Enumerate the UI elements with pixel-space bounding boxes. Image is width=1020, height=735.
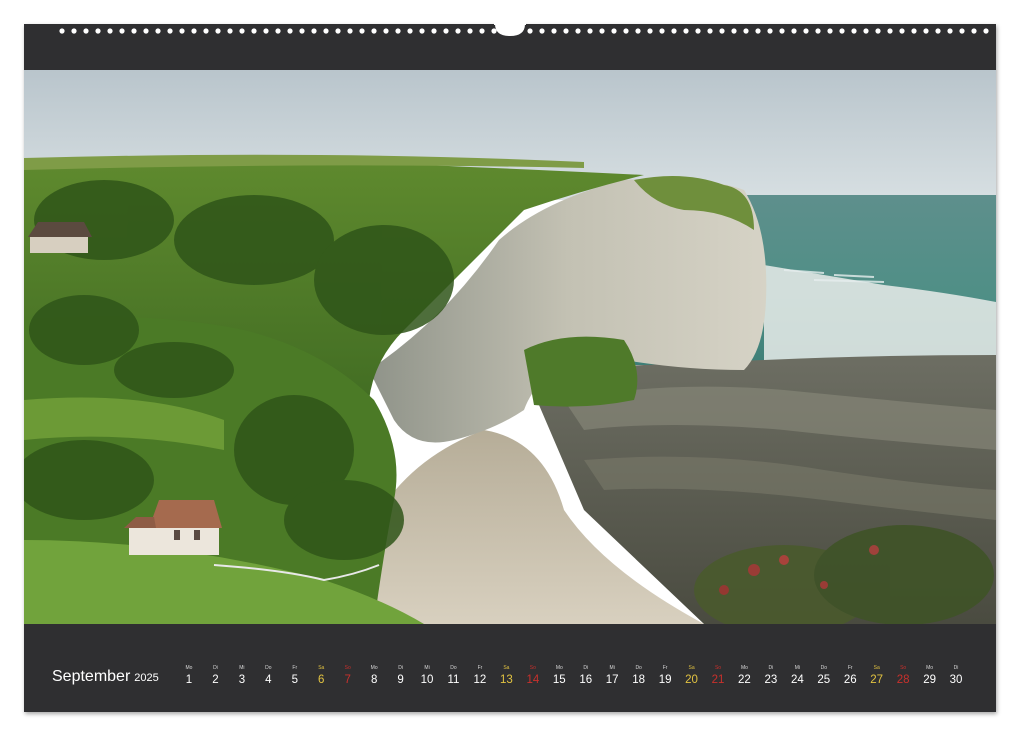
weekday-abbrev: Fr	[662, 665, 668, 671]
day-10: Mi 10	[414, 665, 440, 688]
day-number: 11	[447, 674, 460, 686]
day-25: Do 25	[811, 665, 837, 688]
day-number: 13	[499, 674, 513, 686]
day-number: 16	[579, 674, 593, 686]
weekday-abbrev: Di	[583, 665, 589, 671]
weekday-abbrev: Mo	[555, 665, 563, 671]
weekday-abbrev: Di	[398, 665, 403, 671]
day-24: Mi 24	[784, 665, 810, 688]
day-19: Fr 19	[652, 665, 678, 688]
month-name: September	[52, 668, 131, 685]
weekday-abbrev: Sa	[503, 665, 510, 671]
day-21: So 21	[705, 665, 731, 688]
day-number: 21	[711, 674, 725, 686]
day-3: Mi 3	[229, 665, 255, 688]
weekday-abbrev: So	[714, 665, 722, 671]
day-number: 15	[552, 674, 566, 686]
day-14: So 14	[520, 665, 546, 688]
day-number: 2	[212, 674, 219, 686]
year-label: 2025	[134, 672, 159, 684]
day-number: 1	[185, 674, 193, 686]
day-number: 12	[473, 674, 487, 686]
month-label: September 2025	[52, 668, 159, 686]
day-number: 24	[790, 674, 804, 686]
weekday-abbrev: Mo	[740, 665, 748, 671]
landscape-photo	[24, 70, 996, 624]
weekday-abbrev: Fr	[477, 665, 483, 671]
day-26: Fr 26	[837, 665, 863, 688]
weekday-abbrev: Sa	[318, 665, 325, 671]
weekday-abbrev: Mo	[185, 665, 193, 671]
day-6: Sa 6	[308, 665, 334, 688]
day-number: 28	[896, 674, 910, 686]
day-13: Sa 13	[493, 665, 519, 688]
weekday-abbrev: Fr	[292, 665, 298, 671]
day-7: So 7	[335, 665, 361, 688]
day-23: Di 23	[758, 665, 784, 688]
hanger-hole	[494, 12, 526, 36]
day-2: Di 2	[202, 665, 228, 688]
weekday-abbrev: Fr	[847, 665, 853, 671]
day-5: Fr 5	[282, 665, 308, 688]
day-number: 5	[291, 674, 298, 686]
weekday-abbrev: Do	[450, 665, 457, 671]
weekday-abbrev: Do	[265, 665, 272, 671]
calendar-bottom-band: September 2025 Mo 1 Di 2 Mi 3 Do 4 Fr 5 Sa 6 So 7 Mo 8 Di…	[24, 624, 996, 712]
weekday-abbrev: Mo	[370, 665, 378, 671]
day-20: Sa 20	[679, 665, 705, 688]
weekday-abbrev: Do	[820, 665, 827, 671]
day-1: Mo 1	[176, 665, 202, 688]
day-number: 10	[420, 674, 434, 686]
day-number: 30	[949, 674, 963, 686]
day-30: Di 30	[943, 665, 969, 688]
day-15: Mo 15	[546, 665, 572, 688]
day-number: 20	[685, 674, 698, 686]
day-number: 8	[370, 674, 378, 686]
day-number: 23	[764, 674, 778, 686]
day-9: Di 9	[388, 665, 414, 688]
day-4: Do 4	[255, 665, 281, 688]
weekday-abbrev: Sa	[873, 665, 880, 671]
day-number: 3	[238, 674, 246, 686]
day-29: Mo 29	[917, 665, 943, 688]
day-number: 4	[265, 674, 272, 686]
day-22: Mo 22	[731, 665, 757, 688]
day-number: 27	[870, 674, 884, 686]
weekday-abbrev: Do	[635, 665, 642, 671]
day-number: 22	[738, 674, 751, 686]
weekday-abbrev: Di	[213, 665, 218, 671]
weekday-abbrev: Mi	[794, 665, 800, 671]
weekday-abbrev: So	[529, 665, 536, 671]
day-28: So 28	[890, 665, 916, 688]
day-number: 19	[658, 674, 672, 686]
cliff-coast-image	[24, 70, 996, 624]
weekday-abbrev: Mi	[609, 665, 615, 671]
weekday-abbrev: Sa	[688, 665, 695, 671]
weekday-abbrev: So	[344, 665, 351, 671]
day-11: Do 11	[441, 665, 467, 688]
weekday-abbrev: Mo	[926, 665, 934, 671]
day-18: Do 18	[626, 665, 652, 688]
day-12: Fr 12	[467, 665, 493, 688]
day-number: 29	[923, 674, 936, 686]
weekday-abbrev: Mi	[239, 665, 245, 671]
day-number: 25	[817, 674, 831, 686]
day-16: Di 16	[573, 665, 599, 688]
day-number: 26	[843, 674, 857, 686]
day-number: 17	[605, 674, 619, 686]
house-top-left	[28, 222, 92, 253]
weekday-abbrev: Di	[768, 665, 774, 671]
day-17: Mi 17	[599, 665, 625, 688]
day-number: 14	[526, 674, 540, 686]
weekday-abbrev: So	[900, 665, 907, 671]
day-number: 9	[397, 674, 404, 686]
weekday-abbrev: Di	[953, 665, 959, 671]
day-number: 18	[632, 674, 646, 686]
day-number: 6	[318, 674, 325, 686]
day-number: 7	[344, 674, 351, 686]
day-27: Sa 27	[864, 665, 890, 688]
weekday-abbrev: Mi	[424, 665, 430, 671]
day-8: Mo 8	[361, 665, 387, 688]
